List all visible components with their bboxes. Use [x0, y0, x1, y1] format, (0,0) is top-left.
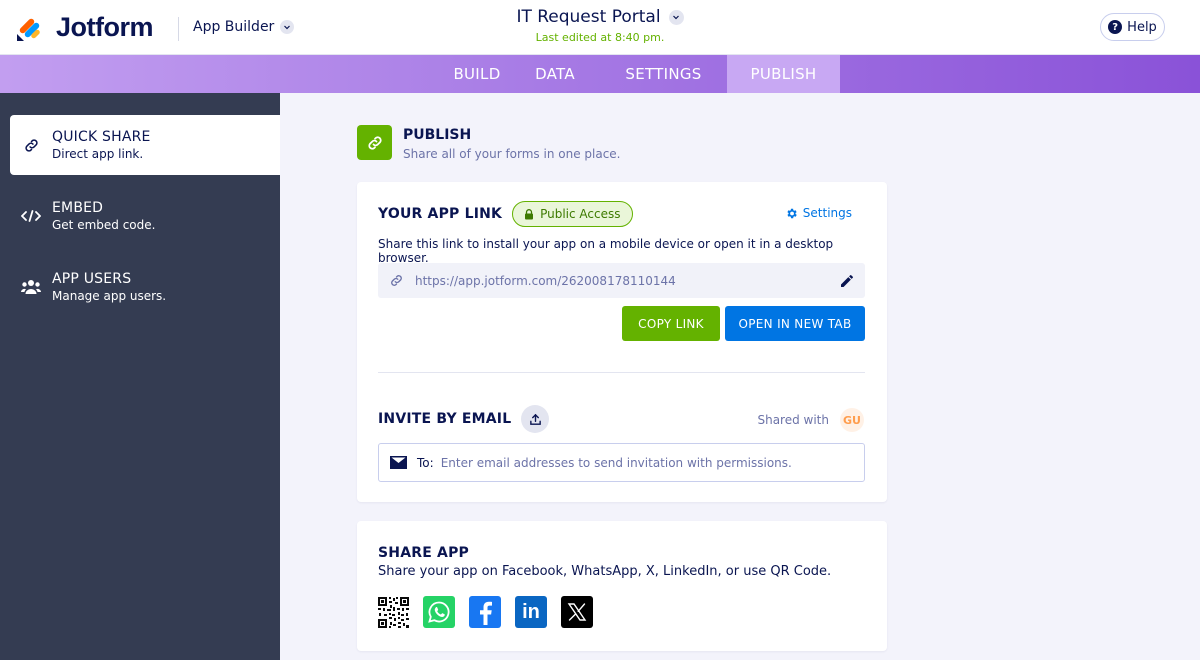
whatsapp-icon[interactable] — [423, 596, 455, 628]
chevron-down-icon — [668, 9, 684, 25]
section-divider — [378, 372, 865, 373]
app-builder-dropdown[interactable]: App Builder — [193, 19, 295, 35]
sidebar-item-app-users[interactable]: APP USERS Manage app users. — [10, 257, 280, 317]
to-label: To: — [417, 455, 434, 470]
open-new-tab-button[interactable]: OPEN IN NEW TAB — [725, 306, 865, 341]
settings-link[interactable]: Settings — [785, 206, 852, 220]
invite-heading-row: INVITE BY EMAIL — [378, 405, 550, 433]
help-label: Help — [1127, 19, 1157, 35]
avatar[interactable]: GU — [840, 408, 864, 432]
sidebar-item-quick-share[interactable]: QUICK SHARE Direct app link. — [10, 115, 280, 175]
code-icon — [10, 209, 52, 223]
share-app-card: SHARE APP Share your app on Facebook, Wh… — [357, 521, 887, 651]
facebook-icon[interactable] — [469, 596, 501, 628]
question-icon: ? — [1108, 20, 1123, 34]
brand-name: Jotform — [56, 12, 154, 42]
qr-code-icon[interactable] — [378, 596, 409, 628]
envelope-icon — [390, 456, 407, 469]
app-title: IT Request Portal — [516, 7, 661, 27]
invite-heading: INVITE BY EMAIL — [378, 411, 512, 427]
upload-icon[interactable] — [521, 405, 550, 433]
sidebar-item-title: EMBED — [52, 200, 104, 216]
app-title-dropdown[interactable]: IT Request Portal — [516, 7, 684, 27]
sidebar: QUICK SHARE Direct app link. EMBED Get e… — [0, 93, 280, 660]
app-link-field[interactable]: https://app.jotform.com/262008178110144 — [378, 263, 865, 298]
header-divider — [178, 17, 179, 41]
jotform-logo[interactable]: Jotform — [16, 12, 154, 43]
invite-email-field[interactable]: To: — [378, 443, 865, 482]
jotform-logo-icon — [17, 18, 40, 41]
lock-icon — [525, 208, 534, 219]
last-edited-status: Last edited at 8:40 pm. — [535, 31, 665, 44]
sidebar-item-title: QUICK SHARE — [52, 129, 151, 145]
settings-label: Settings — [802, 206, 852, 220]
copy-link-button[interactable]: COPY LINK — [622, 306, 720, 341]
top-header: Jotform App Builder IT Request Portal La… — [0, 0, 1200, 55]
app-link-card: YOUR APP LINK Public Access Settings Sha… — [357, 182, 887, 502]
sidebar-item-subtitle: Direct app link. — [52, 147, 144, 161]
email-input[interactable] — [440, 455, 831, 470]
sidebar-item-embed[interactable]: EMBED Get embed code. — [10, 186, 280, 246]
users-icon — [10, 278, 52, 296]
share-app-description: Share your app on Facebook, WhatsApp, X,… — [378, 564, 832, 579]
tab-settings[interactable]: SETTINGS — [606, 55, 721, 93]
link-icon — [10, 137, 52, 154]
gear-icon — [787, 208, 797, 218]
page-subtitle: Share all of your forms in one place. — [403, 147, 621, 161]
pencil-icon[interactable] — [839, 273, 855, 289]
chevron-down-icon — [280, 20, 295, 34]
page-title: PUBLISH — [403, 127, 472, 143]
app-title-block: IT Request Portal Last edited at 8:40 pm… — [450, 7, 750, 44]
link-icon — [357, 125, 392, 160]
linkedin-icon[interactable]: in — [515, 596, 547, 628]
sidebar-item-title: APP USERS — [52, 271, 132, 287]
help-button[interactable]: ? Help — [1100, 13, 1165, 41]
link-icon — [389, 273, 405, 288]
x-icon[interactable] — [561, 596, 593, 628]
tab-publish[interactable]: PUBLISH — [727, 55, 840, 93]
public-access-badge[interactable]: Public Access — [512, 201, 633, 227]
publish-header: PUBLISH Share all of your forms in one p… — [357, 125, 621, 161]
sidebar-item-subtitle: Manage app users. — [52, 289, 167, 303]
app-builder-label: App Builder — [193, 19, 275, 35]
tab-data[interactable]: DATA — [512, 55, 598, 93]
share-app-heading: SHARE APP — [378, 545, 470, 561]
social-share-buttons: in — [378, 596, 607, 628]
sidebar-item-subtitle: Get embed code. — [52, 218, 156, 232]
app-link-description: Share this link to install your app on a… — [378, 237, 834, 265]
shared-with-label: Shared with — [757, 413, 829, 427]
public-access-label: Public Access — [540, 207, 621, 221]
main-nav: BUILD DATA SETTINGS PUBLISH — [0, 55, 1200, 93]
app-link-heading-row: YOUR APP LINK Public Access — [378, 201, 633, 227]
app-link-url: https://app.jotform.com/262008178110144 — [415, 273, 676, 288]
app-link-heading: YOUR APP LINK — [378, 206, 503, 222]
